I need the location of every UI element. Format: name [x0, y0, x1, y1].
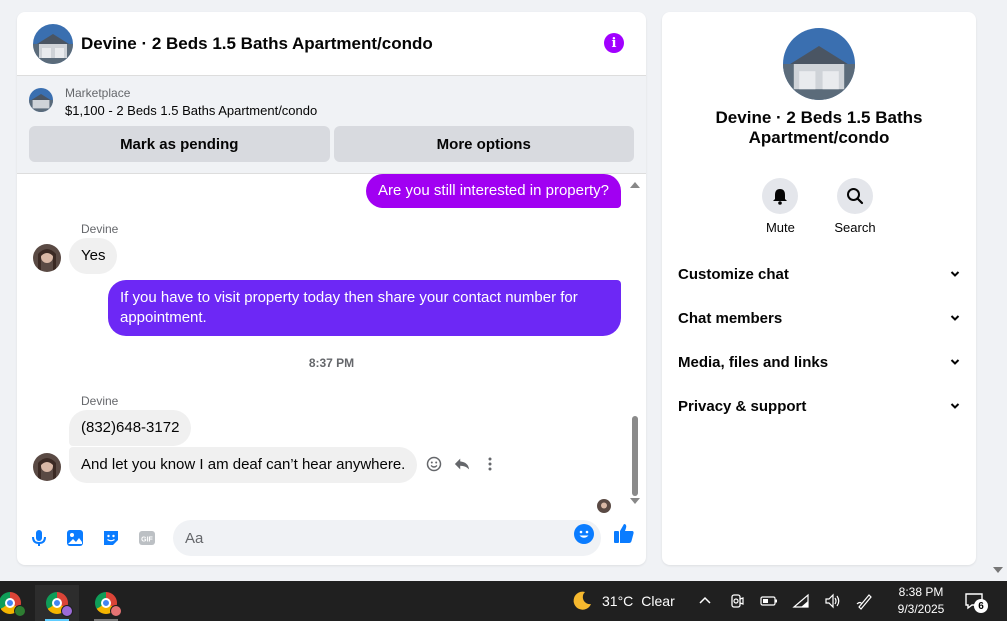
notification-center[interactable]: 6: [964, 591, 988, 616]
search-label: Search: [834, 220, 876, 235]
bell-icon: [773, 189, 788, 205]
incoming-message[interactable]: Yes: [69, 238, 118, 274]
profile-badge-icon: [61, 605, 73, 617]
taskbar-chrome-app[interactable]: [84, 585, 128, 621]
microphone-icon[interactable]: [29, 528, 49, 548]
sender-name: Devine: [81, 394, 119, 408]
menu-customize-chat[interactable]: Customize chat: [662, 252, 976, 296]
weather-widget[interactable]: 31°C Clear: [570, 581, 675, 621]
mute-button[interactable]: Mute: [762, 178, 799, 235]
page-scroll-down-arrow-icon[interactable]: [993, 567, 1003, 573]
conversation-info-panel: Devine · 2 Beds 1.5 Baths Apartment/cond…: [662, 12, 976, 565]
clock[interactable]: 8:38 PM 9/3/2025: [880, 584, 962, 618]
info-menu: Customize chat Chat members Media, files…: [662, 252, 976, 428]
notification-count: 6: [974, 599, 988, 613]
timestamp-separator: 8:37 PM: [308, 356, 355, 370]
photo-icon[interactable]: [65, 528, 85, 548]
scroll-up-arrow-icon[interactable]: [630, 182, 640, 188]
battery-icon[interactable]: [760, 592, 778, 610]
meet-now-icon[interactable]: [728, 592, 746, 610]
menu-chat-members[interactable]: Chat members: [662, 296, 976, 340]
message-list[interactable]: Are you still interested in property? De…: [17, 174, 646, 513]
profile-badge-icon: [14, 605, 26, 617]
taskbar-chrome-app-active[interactable]: [35, 585, 79, 621]
chat-title[interactable]: Devine · 2 Beds 1.5 Baths Apartment/cond…: [81, 34, 433, 54]
chat-header: Devine · 2 Beds 1.5 Baths Apartment/cond…: [17, 12, 646, 76]
more-options-button[interactable]: More options: [333, 126, 634, 162]
incoming-message[interactable]: And let you know I am deaf can’t hear an…: [69, 447, 418, 483]
scroll-thumb[interactable]: [632, 416, 638, 496]
listing-price[interactable]: $1,100 - 2 Beds 1.5 Baths Apartment/cond…: [65, 102, 317, 120]
incoming-message[interactable]: (832)648-3172: [69, 410, 192, 446]
message-actions: [426, 456, 498, 472]
svg-text:GIF: GIF: [141, 537, 153, 544]
more-icon[interactable]: [482, 456, 498, 472]
menu-privacy-support[interactable]: Privacy & support: [662, 384, 976, 428]
clock-time: 8:38 PM: [898, 585, 944, 599]
temperature: 31°C: [602, 593, 634, 609]
marketplace-label: Marketplace: [65, 86, 131, 100]
system-tray: [696, 581, 874, 621]
sender-name: Devine: [81, 222, 119, 236]
clock-date: 9/3/2025: [897, 602, 945, 616]
taskbar-chrome-app[interactable]: [0, 585, 32, 621]
reply-icon[interactable]: [454, 456, 470, 472]
moon-icon: [573, 591, 591, 610]
thumbs-up-icon[interactable]: [613, 522, 635, 549]
emoji-icon[interactable]: [574, 524, 594, 544]
listing-thumbnail[interactable]: [29, 88, 53, 112]
menu-label: Privacy & support: [678, 397, 807, 415]
composer: GIF Aa: [17, 511, 646, 565]
info-title: Devine · 2 Beds 1.5 Baths Apartment/cond…: [715, 108, 923, 147]
info-actions: Mute Search: [662, 178, 976, 235]
menu-label: Chat members: [678, 309, 783, 327]
chevron-up-icon[interactable]: [696, 592, 714, 610]
message-input[interactable]: Aa: [173, 520, 601, 556]
mute-label: Mute: [765, 220, 795, 235]
info-avatar[interactable]: [783, 28, 855, 100]
menu-label: Customize chat: [678, 265, 789, 283]
chevron-down-icon: [950, 271, 960, 277]
weather-condition: Clear: [641, 593, 675, 609]
profile-badge-icon: [110, 605, 122, 617]
message-scrollbar[interactable]: [630, 182, 640, 504]
contact-avatar[interactable]: [33, 244, 61, 272]
outgoing-message[interactable]: If you have to visit property today then…: [108, 280, 621, 336]
react-icon[interactable]: [426, 456, 442, 472]
chevron-down-icon: [950, 359, 960, 365]
menu-media-files-links[interactable]: Media, files and links: [662, 340, 976, 384]
search-button[interactable]: Search: [834, 178, 876, 235]
scroll-down-arrow-icon[interactable]: [630, 498, 640, 504]
chevron-down-icon: [950, 315, 960, 321]
search-icon: [846, 188, 864, 205]
chat-panel: Devine · 2 Beds 1.5 Baths Apartment/cond…: [17, 12, 646, 565]
marketplace-banner: Marketplace $1,100 - 2 Beds 1.5 Baths Ap…: [17, 76, 646, 174]
wifi-icon[interactable]: [792, 592, 810, 610]
outgoing-message[interactable]: Are you still interested in property?: [366, 174, 621, 208]
mark-pending-button[interactable]: Mark as pending: [29, 126, 330, 162]
info-icon[interactable]: i: [604, 33, 624, 53]
chevron-down-icon: [950, 403, 960, 409]
volume-icon[interactable]: [824, 592, 842, 610]
listing-avatar[interactable]: [33, 23, 73, 64]
gif-icon[interactable]: GIF: [137, 528, 157, 548]
contact-avatar[interactable]: [33, 453, 61, 481]
menu-label: Media, files and links: [678, 353, 829, 371]
taskbar: 31°C Clear 8:38 PM 9/3/2025 6: [0, 581, 1007, 621]
pen-icon[interactable]: [856, 592, 874, 610]
sticker-icon[interactable]: [101, 528, 121, 548]
